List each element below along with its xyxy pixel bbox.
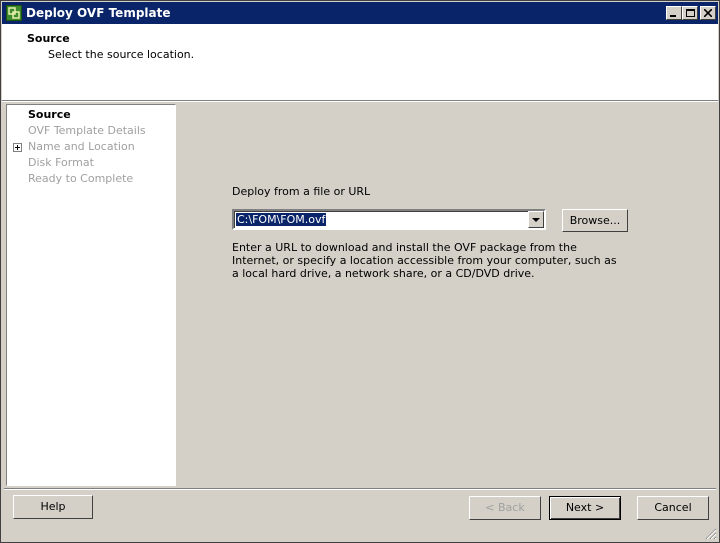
help-button[interactable]: Help — [13, 495, 93, 519]
back-button[interactable]: < Back — [469, 496, 541, 520]
source-path-combobox[interactable]: C:\FOM\FOM.ovf — [232, 209, 546, 230]
step-title: Source — [27, 32, 70, 45]
maximize-icon — [686, 9, 695, 17]
footer-divider-light — [4, 489, 716, 490]
window-title: Deploy OVF Template — [26, 6, 171, 20]
resize-grip-icon[interactable] — [703, 526, 717, 540]
close-button[interactable] — [700, 6, 716, 20]
nav-step-ovf-template-details: OVF Template Details — [28, 124, 146, 137]
minimize-button[interactable] — [666, 6, 682, 20]
deploy-ovf-dialog: Deploy OVF Template Source Select the so… — [0, 0, 720, 543]
wizard-steps-nav: Source OVF Template Details Name and Loc… — [6, 104, 176, 486]
step-subtitle: Select the source location. — [48, 48, 195, 61]
maximize-button[interactable] — [682, 6, 698, 20]
vsphere-app-icon — [6, 5, 22, 21]
next-button[interactable]: Next > — [549, 496, 621, 520]
combobox-dropdown-button[interactable] — [528, 211, 544, 228]
title-bar[interactable]: Deploy OVF Template — [2, 2, 718, 24]
source-path-value[interactable]: C:\FOM\FOM.ovf — [236, 213, 327, 226]
nav-step-name-and-location: Name and Location — [28, 140, 135, 153]
minimize-icon — [670, 15, 676, 17]
source-panel: Deploy from a file or URL C:\FOM\FOM.ovf… — [177, 102, 718, 488]
nav-step-disk-format: Disk Format — [28, 156, 94, 169]
cancel-button[interactable]: Cancel — [637, 496, 709, 520]
nav-step-ready-to-complete: Ready to Complete — [28, 172, 134, 185]
browse-button[interactable]: Browse... — [562, 209, 628, 232]
expand-plus-icon[interactable] — [13, 143, 22, 152]
deploy-source-label: Deploy from a file or URL — [232, 185, 371, 198]
close-icon — [704, 9, 712, 17]
wizard-header: Source Select the source location. — [2, 24, 718, 101]
source-description: Enter a URL to download and install the … — [232, 241, 617, 280]
nav-step-source[interactable]: Source — [28, 108, 71, 121]
chevron-down-icon — [532, 218, 540, 222]
